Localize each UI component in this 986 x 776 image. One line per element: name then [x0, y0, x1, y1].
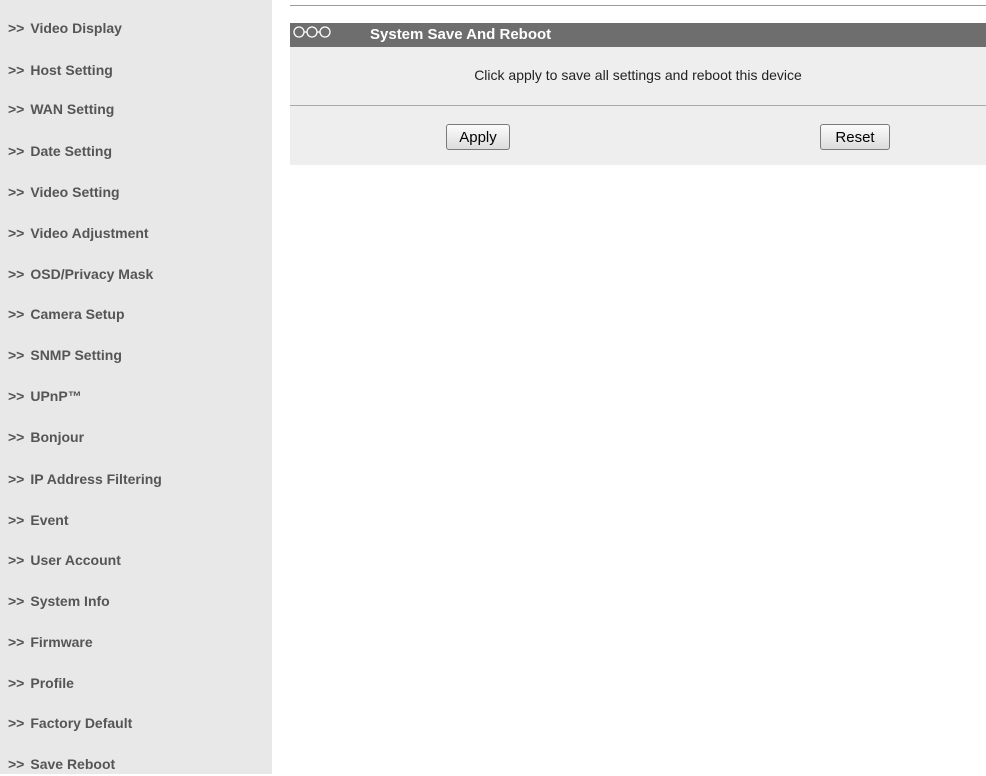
sidebar-item-label: Factory Default	[30, 715, 133, 731]
arrow-marker: >>	[8, 184, 25, 200]
sidebar-item-label: Profile	[30, 675, 74, 691]
arrow-marker: >>	[8, 20, 25, 36]
sidebar-item-upnp[interactable]: >> UPnP™	[8, 384, 82, 408]
arrow-marker: >>	[8, 266, 25, 282]
sidebar-item-label: WAN Setting	[30, 101, 115, 117]
sidebar-item-label: User Account	[30, 552, 121, 568]
sidebar-item-snmp-setting[interactable]: >> SNMP Setting	[8, 343, 122, 367]
sidebar-item-label: Event	[30, 512, 69, 528]
arrow-marker: >>	[8, 225, 25, 241]
sidebar-item-label: OSD/Privacy Mask	[30, 266, 154, 282]
top-divider	[290, 5, 986, 6]
arrow-marker: >>	[8, 756, 25, 772]
sidebar-item-label: Host Setting	[30, 62, 113, 78]
chain-rings-icon	[293, 26, 331, 38]
arrow-marker: >>	[8, 306, 25, 322]
sidebar-item-label: UPnP™	[30, 388, 82, 404]
sidebar-nav: >> Video Display >> Host Setting >> WAN Set…	[0, 0, 272, 774]
sidebar-item-video-adjustment[interactable]: >> Video Adjustment	[8, 221, 149, 245]
save-reboot-panel: System Save And Reboot Click apply to sa…	[290, 23, 986, 165]
arrow-marker: >>	[8, 634, 25, 650]
sidebar-item-osd-privacy-mask[interactable]: >> OSD/Privacy Mask	[8, 262, 153, 286]
sidebar-item-save-reboot[interactable]: >> Save Reboot	[8, 752, 115, 776]
sidebar-item-camera-setup[interactable]: >> Camera Setup	[8, 302, 125, 326]
sidebar-item-video-display[interactable]: >> Video Display	[8, 16, 122, 40]
arrow-marker: >>	[8, 388, 25, 404]
reboot-message: Click apply to save all settings and reb…	[474, 67, 802, 83]
reset-button[interactable]: Reset	[820, 124, 890, 150]
arrow-marker: >>	[8, 552, 25, 568]
sidebar-item-user-account[interactable]: >> User Account	[8, 548, 121, 572]
sidebar-item-label: Firmware	[30, 634, 93, 650]
sidebar-item-factory-default[interactable]: >> Factory Default	[8, 711, 132, 735]
arrow-marker: >>	[8, 675, 25, 691]
sidebar-item-label: System Info	[30, 593, 110, 609]
sidebar-item-wan-setting[interactable]: >> WAN Setting	[8, 97, 114, 121]
sidebar-item-profile[interactable]: >> Profile	[8, 671, 74, 695]
sidebar-item-label: Date Setting	[30, 143, 113, 159]
sidebar-item-label: Camera Setup	[30, 306, 125, 322]
sidebar-item-event[interactable]: >> Event	[8, 508, 68, 532]
sidebar-item-video-setting[interactable]: >> Video Setting	[8, 180, 120, 204]
arrow-marker: >>	[8, 512, 25, 528]
panel-header: System Save And Reboot	[290, 23, 986, 47]
arrow-marker: >>	[8, 429, 25, 445]
sidebar-item-firmware[interactable]: >> Firmware	[8, 630, 93, 654]
sidebar-item-label: Video Adjustment	[30, 225, 149, 241]
panel-divider	[290, 105, 986, 106]
sidebar-item-label: Video Display	[30, 20, 122, 36]
sidebar-item-label: Video Setting	[30, 184, 120, 200]
arrow-marker: >>	[8, 62, 25, 78]
sidebar-item-label: Bonjour	[30, 429, 85, 445]
sidebar-item-bonjour[interactable]: >> Bonjour	[8, 425, 84, 449]
arrow-marker: >>	[8, 143, 25, 159]
panel-title: System Save And Reboot	[370, 26, 552, 43]
arrow-marker: >>	[8, 471, 25, 487]
arrow-marker: >>	[8, 715, 25, 731]
sidebar-item-date-setting[interactable]: >> Date Setting	[8, 139, 112, 163]
sidebar-item-label: Save Reboot	[30, 756, 116, 772]
arrow-marker: >>	[8, 593, 25, 609]
sidebar-item-host-setting[interactable]: >> Host Setting	[8, 58, 113, 82]
sidebar-item-label: IP Address Filtering	[30, 471, 162, 487]
apply-button[interactable]: Apply	[446, 124, 510, 150]
arrow-marker: >>	[8, 347, 25, 363]
sidebar-item-ip-address-filtering[interactable]: >> IP Address Filtering	[8, 467, 162, 491]
sidebar-item-label: SNMP Setting	[30, 347, 122, 363]
arrow-marker: >>	[8, 101, 25, 117]
sidebar-item-system-info[interactable]: >> System Info	[8, 589, 110, 613]
